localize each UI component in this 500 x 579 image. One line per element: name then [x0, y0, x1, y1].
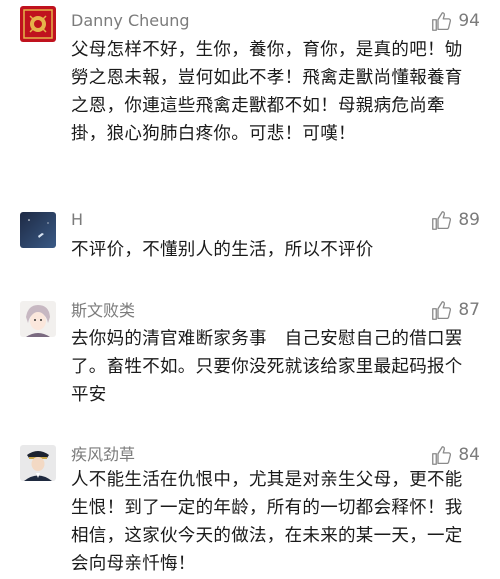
- dark-sky-avatar-icon: [20, 212, 56, 248]
- like-count: 94: [458, 11, 480, 31]
- comment-username[interactable]: Danny Cheung: [71, 10, 190, 32]
- like-button[interactable]: 87: [431, 298, 480, 322]
- like-button[interactable]: 84: [431, 443, 480, 467]
- like-count: 87: [458, 300, 480, 320]
- anime-person-avatar-icon: [20, 301, 56, 337]
- thumbs-up-icon: [431, 210, 452, 231]
- red-seal-avatar-icon: [20, 6, 56, 42]
- comment-username[interactable]: H: [71, 209, 83, 231]
- comment-text: 不评价，不懂别人的生活，所以不评价: [71, 240, 374, 260]
- comment-text: 父母怎样不好，生你，養你，育你，是真的吧！劬勞之恩未報，豈何如此不孝！飛禽走獸尚…: [71, 40, 463, 144]
- thumbs-up-icon: [431, 11, 452, 32]
- officer-avatar-icon: [20, 445, 56, 481]
- thumbs-up-icon: [431, 300, 452, 321]
- like-button[interactable]: 94: [431, 9, 480, 33]
- comment-username[interactable]: 疾风劲草: [71, 444, 135, 466]
- comment-username[interactable]: 斯文败类: [71, 300, 135, 322]
- like-count: 89: [458, 210, 480, 230]
- like-count: 84: [458, 445, 480, 465]
- like-button[interactable]: 89: [431, 208, 480, 232]
- comment-text: 人不能生活在仇恨中，尤其是对亲生父母，更不能生恨！到了一定的年龄，所有的一切都会…: [71, 470, 463, 574]
- avatar[interactable]: [20, 212, 56, 248]
- avatar[interactable]: [20, 301, 56, 337]
- comment-text: 去你妈的清官难断家务事 自己安慰自己的借口罢了。畜牲不如。只要你没死就该给家里最…: [71, 329, 463, 405]
- avatar[interactable]: [20, 6, 56, 42]
- thumbs-up-icon: [431, 445, 452, 466]
- avatar[interactable]: [20, 445, 56, 481]
